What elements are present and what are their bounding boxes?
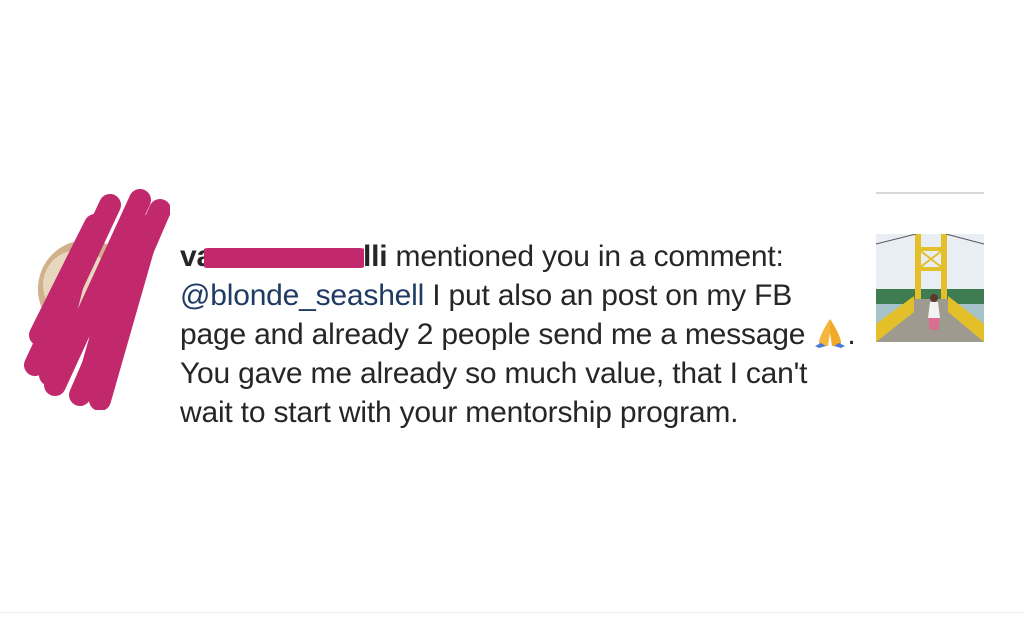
notification-screen: va lli mentioned you in a comment: @blond… xyxy=(0,0,1024,641)
action-text: mentioned you in a comment: xyxy=(395,240,784,273)
post-thumbnail[interactable] xyxy=(876,234,984,342)
notification-text[interactable]: va lli mentioned you in a comment: @blond… xyxy=(180,237,860,432)
divider xyxy=(876,192,984,194)
username-end: lli xyxy=(362,240,388,273)
redaction-scribble xyxy=(24,189,170,410)
folded-hands-emoji xyxy=(813,318,847,348)
username-redaction xyxy=(204,248,364,268)
bottom-divider xyxy=(0,612,1024,613)
username[interactable]: va lli xyxy=(180,237,388,276)
mention-link[interactable]: @blonde_seashell xyxy=(180,279,424,312)
